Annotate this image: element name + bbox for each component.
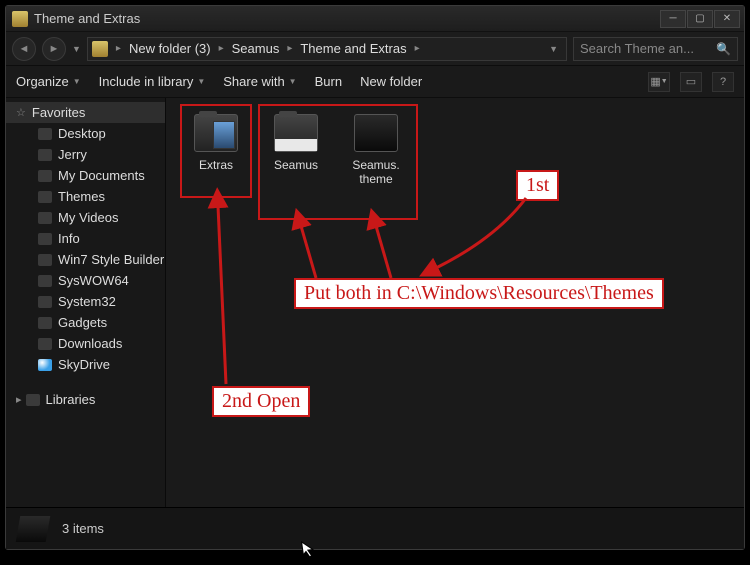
folder-icon: [38, 128, 52, 140]
favorites-label: Favorites: [32, 105, 85, 120]
chevron-right-icon: ▸: [16, 393, 22, 406]
chevron-down-icon: ▼: [289, 77, 297, 86]
file-item-extras[interactable]: Extras: [176, 108, 256, 195]
star-icon: ☆: [16, 106, 26, 119]
sidebar-item-system32[interactable]: System32: [6, 291, 165, 312]
sidebar-group-libraries[interactable]: ▸ Libraries: [6, 389, 165, 410]
window-titlebar: Theme and Extras ─ ▢ ✕: [6, 6, 744, 32]
chevron-right-icon: ▸: [411, 43, 424, 54]
sidebar-item-documents[interactable]: My Documents: [6, 165, 165, 186]
file-label: Extras: [199, 158, 233, 172]
view-options-button[interactable]: ▦ ▼: [648, 72, 670, 92]
chevron-right-icon: ▸: [283, 43, 296, 54]
library-icon: [26, 394, 40, 406]
folder-icon: [38, 338, 52, 350]
folder-icon: [38, 317, 52, 329]
sidebar-group-favorites[interactable]: ☆ Favorites: [6, 102, 165, 123]
share-with-button[interactable]: Share with▼: [223, 74, 296, 89]
folder-icon: [38, 275, 52, 287]
organize-button[interactable]: Organize▼: [16, 74, 81, 89]
folder-icon: [92, 41, 108, 57]
sidebar-item-desktop[interactable]: Desktop: [6, 123, 165, 144]
sidebar: ☆ Favorites Desktop Jerry My Documents T…: [6, 98, 166, 507]
search-placeholder: Search Theme an...: [580, 41, 694, 56]
navigation-bar: ◄ ► ▼ ▸ New folder (3) ▸ Seamus ▸ Theme …: [6, 32, 744, 66]
history-dropdown-icon[interactable]: ▼: [72, 44, 81, 54]
folder-icon: [38, 254, 52, 266]
toolbar: Organize▼ Include in library▼ Share with…: [6, 66, 744, 98]
chevron-right-icon: ▸: [112, 43, 125, 54]
chevron-down-icon: ▼: [73, 77, 81, 86]
back-button[interactable]: ◄: [12, 37, 36, 61]
file-item-seamus-theme[interactable]: Seamus. theme: [336, 108, 416, 195]
content-pane[interactable]: Extras Seamus Seamus. theme 1st Put both…: [166, 98, 744, 507]
folder-icon: [38, 170, 52, 182]
folder-icon: [38, 212, 52, 224]
new-folder-button[interactable]: New folder: [360, 74, 422, 89]
file-label: theme: [359, 172, 392, 186]
minimize-button[interactable]: ─: [660, 10, 686, 28]
annotation-label-put: Put both in C:\Windows\Resources\Themes: [294, 278, 664, 309]
help-button[interactable]: ?: [712, 72, 734, 92]
folder-icon: [38, 296, 52, 308]
file-label: Seamus: [274, 158, 318, 172]
search-icon: 🔍: [716, 42, 731, 56]
file-item-seamus[interactable]: Seamus: [256, 108, 336, 195]
folder-icon: [38, 191, 52, 203]
preview-pane-button[interactable]: ▭: [680, 72, 702, 92]
folder-icon: [16, 516, 51, 542]
skydrive-icon: [38, 359, 52, 371]
forward-button[interactable]: ►: [42, 37, 66, 61]
status-count: 3 items: [62, 521, 104, 536]
sidebar-item-themes[interactable]: Themes: [6, 186, 165, 207]
search-input[interactable]: Search Theme an... 🔍: [573, 37, 738, 61]
annotation-label-second: 2nd Open: [212, 386, 310, 417]
close-button[interactable]: ✕: [714, 10, 740, 28]
cursor-icon: [300, 539, 317, 564]
annotation-label-first: 1st: [516, 170, 559, 201]
breadcrumb-seg-1[interactable]: Seamus: [228, 38, 284, 60]
sidebar-item-jerry[interactable]: Jerry: [6, 144, 165, 165]
chevron-down-icon: ▼: [197, 77, 205, 86]
maximize-button[interactable]: ▢: [687, 10, 713, 28]
sidebar-item-downloads[interactable]: Downloads: [6, 333, 165, 354]
breadcrumb-seg-0[interactable]: New folder (3): [125, 38, 215, 60]
breadcrumb-seg-2[interactable]: Theme and Extras: [296, 38, 410, 60]
burn-button[interactable]: Burn: [315, 74, 342, 89]
refresh-icon[interactable]: ▼: [545, 44, 562, 54]
sidebar-item-info[interactable]: Info: [6, 228, 165, 249]
folder-icon: [194, 114, 238, 152]
folder-icon: [38, 149, 52, 161]
folder-icon: [274, 114, 318, 152]
include-library-button[interactable]: Include in library▼: [99, 74, 206, 89]
sidebar-item-syswow64[interactable]: SysWOW64: [6, 270, 165, 291]
breadcrumb[interactable]: ▸ New folder (3) ▸ Seamus ▸ Theme and Ex…: [87, 37, 567, 61]
status-bar: 3 items: [6, 507, 744, 549]
sidebar-item-gadgets[interactable]: Gadgets: [6, 312, 165, 333]
window-title: Theme and Extras: [34, 11, 140, 26]
sidebar-item-videos[interactable]: My Videos: [6, 207, 165, 228]
sidebar-item-win7sb[interactable]: Win7 Style Builder: [6, 249, 165, 270]
theme-file-icon: [354, 114, 398, 152]
sidebar-item-skydrive[interactable]: SkyDrive: [6, 354, 165, 375]
folder-icon: [38, 233, 52, 245]
app-icon: [12, 11, 28, 27]
chevron-right-icon: ▸: [215, 43, 228, 54]
file-label: Seamus.: [352, 158, 399, 172]
libraries-label: Libraries: [46, 392, 96, 407]
